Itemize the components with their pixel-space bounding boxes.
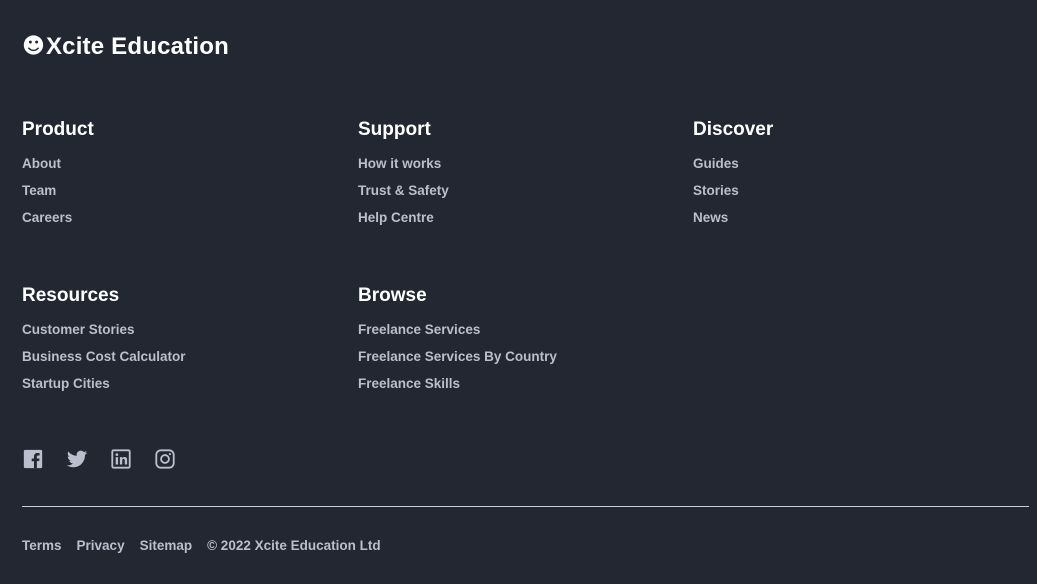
footer-link-startup-cities[interactable]: Startup Cities bbox=[22, 375, 110, 393]
column-heading: Browse bbox=[358, 285, 427, 306]
footer-link-guides[interactable]: Guides bbox=[693, 155, 739, 173]
footer-link-business-cost-calculator[interactable]: Business Cost Calculator bbox=[22, 348, 186, 366]
footer-link-help-centre[interactable]: Help Centre bbox=[358, 209, 434, 227]
link-list: Freelance Services Freelance Services By… bbox=[358, 321, 557, 402]
footer-link-freelance-services-by-country[interactable]: Freelance Services By Country bbox=[358, 348, 557, 366]
footer-link-team[interactable]: Team bbox=[22, 182, 56, 200]
column-heading: Product bbox=[22, 119, 94, 140]
footer-link-news[interactable]: News bbox=[693, 209, 728, 227]
facebook-icon[interactable] bbox=[22, 448, 44, 470]
footer-column-browse: Browse Freelance Services Freelance Serv… bbox=[358, 284, 557, 402]
footer-divider bbox=[22, 506, 1029, 507]
column-heading: Support bbox=[358, 119, 431, 140]
link-list: About Team Careers bbox=[22, 155, 94, 236]
brand-logo[interactable]: ☻ Xcite Education bbox=[22, 31, 229, 63]
footer-column-discover: Discover Guides Stories News bbox=[693, 118, 773, 236]
copyright-text: © 2022 Xcite Education Ltd bbox=[207, 538, 381, 553]
link-list: Customer Stories Business Cost Calculato… bbox=[22, 321, 186, 402]
smiley-icon: ☻ bbox=[22, 34, 45, 59]
footer-column-product: Product About Team Careers bbox=[22, 118, 94, 236]
twitter-icon[interactable] bbox=[66, 448, 88, 470]
link-list: Guides Stories News bbox=[693, 155, 773, 236]
footer-link-about[interactable]: About bbox=[22, 155, 61, 173]
privacy-link[interactable]: Privacy bbox=[77, 537, 125, 555]
footer-link-careers[interactable]: Careers bbox=[22, 209, 72, 227]
brand-name: Xcite Education bbox=[45, 33, 229, 60]
footer-bottom-bar: Terms Privacy Sitemap © 2022 Xcite Educa… bbox=[22, 537, 381, 555]
terms-link[interactable]: Terms bbox=[22, 537, 62, 555]
footer-link-trust-safety[interactable]: Trust & Safety bbox=[358, 182, 449, 200]
footer-link-freelance-skills[interactable]: Freelance Skills bbox=[358, 375, 460, 393]
footer-column-support: Support How it works Trust & Safety Help… bbox=[358, 118, 449, 236]
sitemap-link[interactable]: Sitemap bbox=[140, 537, 193, 555]
footer-link-stories[interactable]: Stories bbox=[693, 182, 739, 200]
footer-link-freelance-services[interactable]: Freelance Services bbox=[358, 321, 480, 339]
column-heading: Resources bbox=[22, 285, 120, 306]
site-footer: ☻ Xcite Education Product About Team Car… bbox=[0, 0, 1037, 584]
footer-column-resources: Resources Customer Stories Business Cost… bbox=[22, 284, 186, 402]
instagram-icon[interactable] bbox=[154, 448, 176, 470]
footer-link-how-it-works[interactable]: How it works bbox=[358, 155, 441, 173]
link-list: How it works Trust & Safety Help Centre bbox=[358, 155, 449, 236]
column-heading: Discover bbox=[693, 119, 774, 140]
footer-link-customer-stories[interactable]: Customer Stories bbox=[22, 321, 135, 339]
social-links bbox=[22, 448, 176, 470]
linkedin-icon[interactable] bbox=[110, 448, 132, 470]
